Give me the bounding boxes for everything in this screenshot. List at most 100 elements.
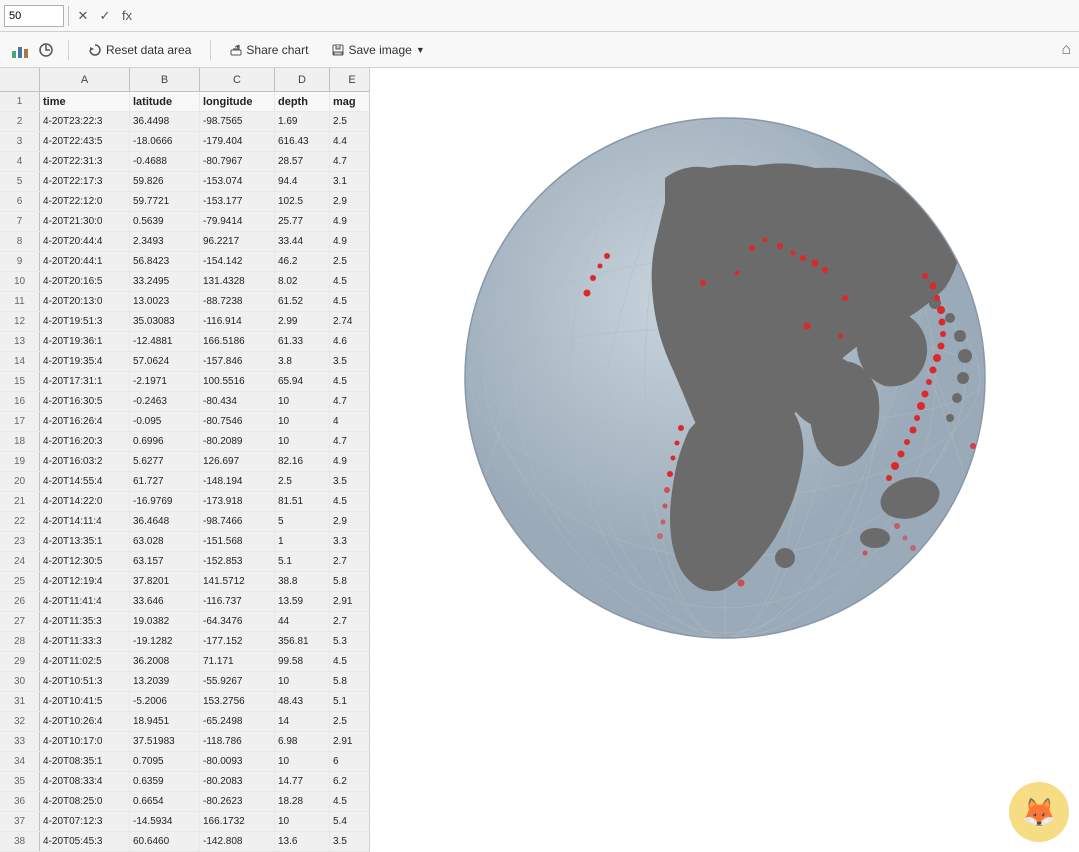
- cell-B24[interactable]: 63.157: [130, 552, 200, 571]
- cell-D30[interactable]: 10: [275, 672, 330, 691]
- cell-E13[interactable]: 4.6: [330, 332, 369, 351]
- cell-C11[interactable]: -88.7238: [200, 292, 275, 311]
- cell-E38[interactable]: 3.5: [330, 832, 369, 851]
- cell-B6[interactable]: 59.7721: [130, 192, 200, 211]
- cell-B16[interactable]: -0.2463: [130, 392, 200, 411]
- cell-A1[interactable]: time: [40, 92, 130, 111]
- cell-D14[interactable]: 3.8: [275, 352, 330, 371]
- cell-C7[interactable]: -79.9414: [200, 212, 275, 231]
- cell-C19[interactable]: 126.697: [200, 452, 275, 471]
- cell-A2[interactable]: 4-20T23:22:3: [40, 112, 130, 131]
- cell-A5[interactable]: 4-20T22:17:3: [40, 172, 130, 191]
- cell-D3[interactable]: 616.43: [275, 132, 330, 151]
- cell-C21[interactable]: -173.918: [200, 492, 275, 511]
- cell-A22[interactable]: 4-20T14:11:4: [40, 512, 130, 531]
- cell-C26[interactable]: -116.737: [200, 592, 275, 611]
- chart-options-icon[interactable]: [34, 38, 58, 62]
- confirm-formula-button[interactable]: ✓: [95, 6, 115, 26]
- cell-E26[interactable]: 2.91: [330, 592, 369, 611]
- cell-C20[interactable]: -148.194: [200, 472, 275, 491]
- cell-D1[interactable]: depth: [275, 92, 330, 111]
- cell-B12[interactable]: 35.03083: [130, 312, 200, 331]
- cell-C31[interactable]: 153.2756: [200, 692, 275, 711]
- cell-E18[interactable]: 4.7: [330, 432, 369, 451]
- cell-C3[interactable]: -179.404: [200, 132, 275, 151]
- cell-D9[interactable]: 46.2: [275, 252, 330, 271]
- cell-B37[interactable]: -14.5934: [130, 812, 200, 831]
- cell-C1[interactable]: longitude: [200, 92, 275, 111]
- cell-A9[interactable]: 4-20T20:44:1: [40, 252, 130, 271]
- cell-D5[interactable]: 94.4: [275, 172, 330, 191]
- cell-C32[interactable]: -65.2498: [200, 712, 275, 731]
- cell-D20[interactable]: 2.5: [275, 472, 330, 491]
- cell-B14[interactable]: 57.0624: [130, 352, 200, 371]
- cell-B30[interactable]: 13.2039: [130, 672, 200, 691]
- cell-E12[interactable]: 2.74: [330, 312, 369, 331]
- cell-D23[interactable]: 1: [275, 532, 330, 551]
- cell-C28[interactable]: -177.152: [200, 632, 275, 651]
- cell-B25[interactable]: 37.8201: [130, 572, 200, 591]
- cell-E36[interactable]: 4.5: [330, 792, 369, 811]
- cell-C37[interactable]: 166.1732: [200, 812, 275, 831]
- cell-A10[interactable]: 4-20T20:16:5: [40, 272, 130, 291]
- cell-A36[interactable]: 4-20T08:25:0: [40, 792, 130, 811]
- cell-D12[interactable]: 2.99: [275, 312, 330, 331]
- cell-E11[interactable]: 4.5: [330, 292, 369, 311]
- cell-D18[interactable]: 10: [275, 432, 330, 451]
- cell-B34[interactable]: 0.7095: [130, 752, 200, 771]
- cell-reference-box[interactable]: 50: [4, 5, 64, 27]
- cell-B1[interactable]: latitude: [130, 92, 200, 111]
- cell-B2[interactable]: 36.4498: [130, 112, 200, 131]
- cell-C38[interactable]: -142.808: [200, 832, 275, 851]
- cell-D8[interactable]: 33.44: [275, 232, 330, 251]
- cell-D17[interactable]: 10: [275, 412, 330, 431]
- cell-B13[interactable]: -12.4881: [130, 332, 200, 351]
- cell-A20[interactable]: 4-20T14:55:4: [40, 472, 130, 491]
- cell-C33[interactable]: -118.786: [200, 732, 275, 751]
- cell-B10[interactable]: 33.2495: [130, 272, 200, 291]
- cell-B8[interactable]: 2.3493: [130, 232, 200, 251]
- cell-D13[interactable]: 61.33: [275, 332, 330, 351]
- cell-B35[interactable]: 0.6359: [130, 772, 200, 791]
- cell-C25[interactable]: 141.5712: [200, 572, 275, 591]
- cell-E25[interactable]: 5.8: [330, 572, 369, 591]
- cell-A14[interactable]: 4-20T19:35:4: [40, 352, 130, 371]
- cell-A15[interactable]: 4-20T17:31:1: [40, 372, 130, 391]
- cell-C12[interactable]: -116.914: [200, 312, 275, 331]
- cell-C30[interactable]: -55.9267: [200, 672, 275, 691]
- formula-input[interactable]: [139, 5, 1075, 27]
- cell-D26[interactable]: 13.59: [275, 592, 330, 611]
- cell-B18[interactable]: 0.6996: [130, 432, 200, 451]
- cell-D29[interactable]: 99.58: [275, 652, 330, 671]
- cell-B20[interactable]: 61.727: [130, 472, 200, 491]
- cell-C22[interactable]: -98.7466: [200, 512, 275, 531]
- cell-A33[interactable]: 4-20T10:17:0: [40, 732, 130, 751]
- cell-C17[interactable]: -80.7546: [200, 412, 275, 431]
- cell-D11[interactable]: 61.52: [275, 292, 330, 311]
- cell-C5[interactable]: -153.074: [200, 172, 275, 191]
- cell-D24[interactable]: 5.1: [275, 552, 330, 571]
- cell-A29[interactable]: 4-20T11:02:5: [40, 652, 130, 671]
- formula-fx-button[interactable]: fx: [117, 6, 137, 26]
- cell-A28[interactable]: 4-20T11:33:3: [40, 632, 130, 651]
- cell-B4[interactable]: -0.4688: [130, 152, 200, 171]
- cell-E34[interactable]: 6: [330, 752, 369, 771]
- cell-C6[interactable]: -153.177: [200, 192, 275, 211]
- cell-C13[interactable]: 166.5186: [200, 332, 275, 351]
- cell-E7[interactable]: 4.9: [330, 212, 369, 231]
- cell-E28[interactable]: 5.3: [330, 632, 369, 651]
- cell-A13[interactable]: 4-20T19:36:1: [40, 332, 130, 351]
- cell-B32[interactable]: 18.9451: [130, 712, 200, 731]
- cell-E27[interactable]: 2.7: [330, 612, 369, 631]
- home-button[interactable]: ⌂: [1061, 41, 1071, 59]
- chart-type-icon[interactable]: [8, 38, 32, 62]
- cell-D4[interactable]: 28.57: [275, 152, 330, 171]
- cell-B23[interactable]: 63.028: [130, 532, 200, 551]
- cell-B9[interactable]: 56.8423: [130, 252, 200, 271]
- cell-A11[interactable]: 4-20T20:13:0: [40, 292, 130, 311]
- cell-B26[interactable]: 33.646: [130, 592, 200, 611]
- cell-E22[interactable]: 2.9: [330, 512, 369, 531]
- cell-B21[interactable]: -16.9769: [130, 492, 200, 511]
- cell-E21[interactable]: 4.5: [330, 492, 369, 511]
- cell-A3[interactable]: 4-20T22:43:5: [40, 132, 130, 151]
